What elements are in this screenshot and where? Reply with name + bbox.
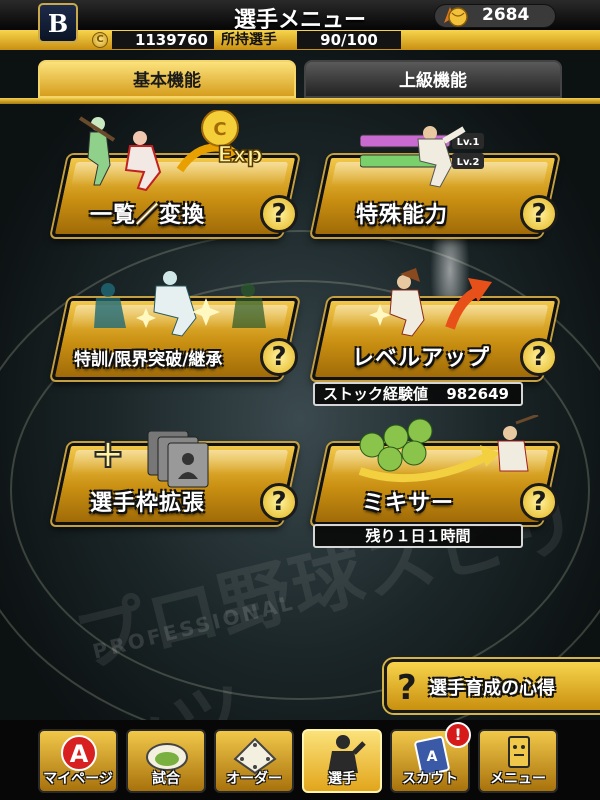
training-players-icon: [86, 268, 286, 338]
roster-count: 90/100: [297, 31, 401, 49]
level-up-help-icon[interactable]: ?: [520, 338, 558, 376]
svg-text:A: A: [70, 740, 89, 768]
roster-expand-label: 選手枠拡張: [90, 491, 206, 516]
list-convert-label: 一覧／変換: [90, 203, 206, 228]
nav-menu[interactable]: メニュー: [478, 729, 558, 793]
gold-amount: 2684: [482, 5, 530, 25]
svg-text:Lv.2: Lv.2: [457, 157, 480, 168]
svg-text:A: A: [427, 749, 438, 765]
tab-underline: [0, 98, 600, 104]
coin-amount: 1139760: [112, 31, 214, 49]
pitcher-levels-icon: Lv.1 Lv.2: [360, 125, 510, 195]
svg-text:C: C: [213, 119, 226, 140]
nav-scout-label: スカウト: [402, 771, 458, 787]
nav-order[interactable]: オーダー: [214, 729, 294, 793]
special-ability-help-icon[interactable]: ?: [520, 195, 558, 233]
nav-menu-label: メニュー: [490, 771, 546, 787]
gold-ball-icon: [440, 1, 470, 29]
tab-advanced-functions[interactable]: 上級機能: [304, 60, 562, 98]
mixer-balls-icon: [340, 415, 540, 485]
coin-icon: C: [92, 32, 108, 48]
players-exp-icon: C Exp: [70, 110, 280, 195]
svg-text:+: +: [91, 431, 125, 477]
exp-text: Exp: [218, 143, 263, 168]
mixer-label: ミキサー: [362, 491, 455, 516]
tab-basic-functions[interactable]: 基本機能: [38, 60, 296, 98]
nav-my-page-label: マイページ: [43, 771, 113, 787]
nav-players-label: 選手: [328, 771, 356, 787]
training-guide-label: 選手育成の心得: [429, 678, 555, 699]
team-logo-letter: B: [47, 8, 69, 38]
level-up-label: レベルアップ: [352, 346, 491, 371]
level-up-arrow-icon: [360, 268, 520, 338]
nav-match-label: 試合: [152, 771, 180, 787]
stock-exp-bar: ストック経験値 982649: [313, 382, 523, 406]
nav-match[interactable]: 試合: [126, 729, 206, 793]
roster-expand-help-icon[interactable]: ?: [260, 483, 298, 521]
training-guide-button[interactable]: ? 選手育成の心得: [384, 659, 600, 713]
list-convert-button[interactable]: C Exp 一覧／変換 ?: [51, 110, 299, 237]
stock-exp-value: 982649: [446, 385, 509, 403]
list-convert-help-icon[interactable]: ?: [260, 195, 298, 233]
svg-text:Lv.1: Lv.1: [457, 137, 480, 148]
nav-my-page[interactable]: A マイページ: [38, 729, 118, 793]
team-logo[interactable]: B: [38, 3, 78, 43]
level-up-button[interactable]: レベルアップ ?: [311, 268, 559, 380]
training-limitbreak-inherit-button[interactable]: 特訓/限界突破/継承 ?: [51, 271, 299, 380]
special-ability-label: 特殊能力: [356, 203, 449, 228]
scout-alert-badge: !: [445, 722, 471, 748]
mixer-button[interactable]: ミキサー ?: [311, 415, 559, 525]
player-cards-plus-icon: +: [90, 431, 240, 491]
training-label: 特訓/限界突破/継承: [74, 350, 223, 370]
special-ability-button[interactable]: Lv.1 Lv.2 特殊能力 ?: [311, 126, 559, 237]
nav-players[interactable]: 選手: [302, 729, 382, 793]
roster-expand-button[interactable]: + 選手枠拡張 ?: [51, 431, 299, 525]
nav-order-label: オーダー: [226, 771, 282, 787]
roster-label: 所持選手: [221, 32, 277, 48]
stock-exp-label: ストック経験値: [323, 385, 429, 403]
mixer-remaining-time: 残り１日１時間: [313, 524, 523, 548]
training-help-icon[interactable]: ?: [260, 338, 298, 376]
question-icon: ?: [397, 668, 417, 708]
mixer-help-icon[interactable]: ?: [520, 483, 558, 521]
